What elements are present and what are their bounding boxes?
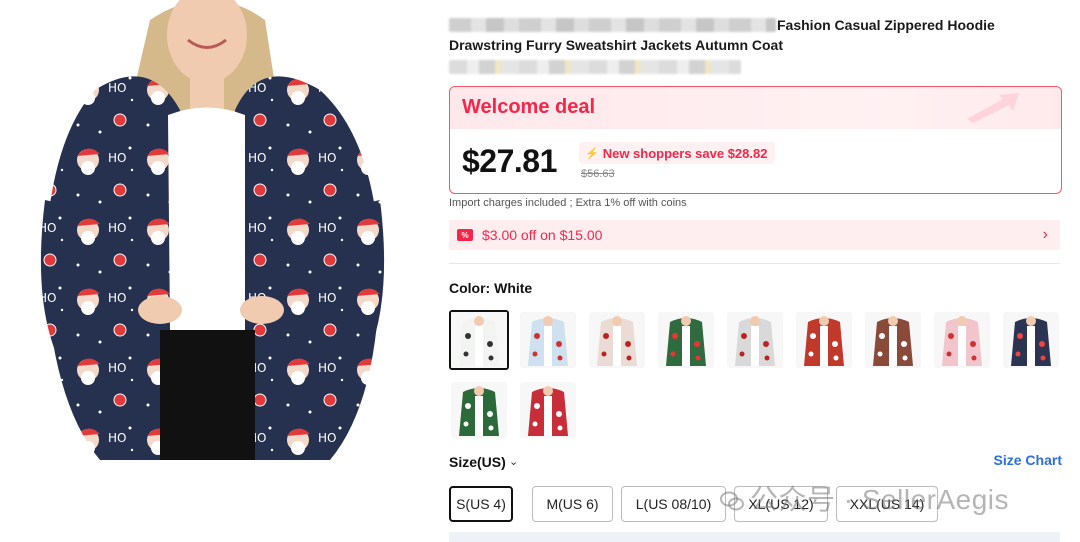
bolt-icon: ⚡	[585, 147, 599, 160]
color-swatch-brown[interactable]	[865, 312, 921, 368]
color-label: Color: White	[449, 280, 533, 296]
welcome-deal-box: Welcome deal $27.81 ⚡ New shoppers save …	[449, 86, 1062, 194]
color-swatch-dark-green[interactable]	[451, 382, 507, 438]
chevron-down-icon[interactable]: ⌄	[509, 455, 518, 468]
hoodie-thumbnail-icon	[451, 382, 507, 438]
coupon-icon: %	[457, 229, 473, 241]
color-swatch-crimson[interactable]	[520, 382, 576, 438]
hoodie-thumbnail-icon	[1003, 312, 1059, 368]
welcome-deal-title: Welcome deal	[462, 96, 596, 118]
hoodie-thumbnail-icon	[658, 312, 714, 368]
size-option[interactable]: S(US 4)	[449, 486, 513, 522]
size-option[interactable]: M(US 6)	[532, 486, 613, 522]
divider	[449, 263, 1060, 264]
color-swatch-red[interactable]	[796, 312, 852, 368]
save-text: New shoppers save $28.82	[602, 145, 768, 161]
coupon-text: $3.00 off on $15.00	[482, 227, 603, 243]
new-shopper-badge: ⚡ New shoppers save $28.82	[579, 142, 776, 164]
size-option[interactable]: XL(US 12)	[734, 486, 828, 522]
blurred-rating-row	[449, 60, 741, 74]
arrow-decoration-icon	[967, 93, 1019, 123]
size-option[interactable]: L(US 08/10)	[621, 486, 726, 522]
color-swatch-white[interactable]	[449, 310, 509, 370]
coupon-bar[interactable]: % $3.00 off on $15.00 ›	[449, 220, 1060, 250]
hoodie-thumbnail-icon	[934, 312, 990, 368]
hoodie-thumbnail-icon	[796, 312, 852, 368]
blurred-brand-text	[449, 18, 776, 32]
hoodie-thumbnail-icon	[865, 312, 921, 368]
import-charges-note: Import charges included ; Extra 1% off w…	[449, 197, 687, 209]
color-swatch-light-blue[interactable]	[520, 312, 576, 368]
color-swatch-pink[interactable]	[934, 312, 990, 368]
product-main-image[interactable]: HO	[0, 0, 430, 460]
color-swatch-navy[interactable]	[1003, 312, 1059, 368]
product-photo-icon: HO	[0, 0, 430, 460]
hoodie-thumbnail-icon	[451, 312, 507, 368]
current-price: $27.81	[462, 143, 557, 179]
color-swatch-green[interactable]	[658, 312, 714, 368]
color-swatch-gray[interactable]	[727, 312, 783, 368]
hoodie-thumbnail-icon	[589, 312, 645, 368]
product-title-line1: Fashion Casual Zippered Hoodie	[777, 17, 995, 33]
color-swatch-beige-red[interactable]	[589, 312, 645, 368]
hoodie-thumbnail-icon	[727, 312, 783, 368]
size-chart-link[interactable]: Size Chart	[994, 452, 1062, 468]
size-option[interactable]: XXL(US 14)	[836, 486, 938, 522]
product-page: HO	[0, 0, 1080, 542]
product-title: Fashion Casual Zippered Hoodie Drawstrin…	[449, 16, 1009, 74]
size-label: Size(US)	[449, 454, 506, 470]
product-title-line2: Drawstring Furry Sweatshirt Jackets Autu…	[449, 37, 784, 53]
welcome-deal-header: Welcome deal	[450, 87, 1061, 129]
hoodie-thumbnail-icon	[520, 312, 576, 368]
product-details: Fashion Casual Zippered Hoodie Drawstrin…	[449, 0, 1080, 542]
hoodie-thumbnail-icon	[520, 382, 576, 438]
original-price: $56.63	[581, 168, 615, 180]
bottom-strip	[449, 532, 1060, 542]
chevron-right-icon[interactable]: ›	[1043, 226, 1048, 244]
